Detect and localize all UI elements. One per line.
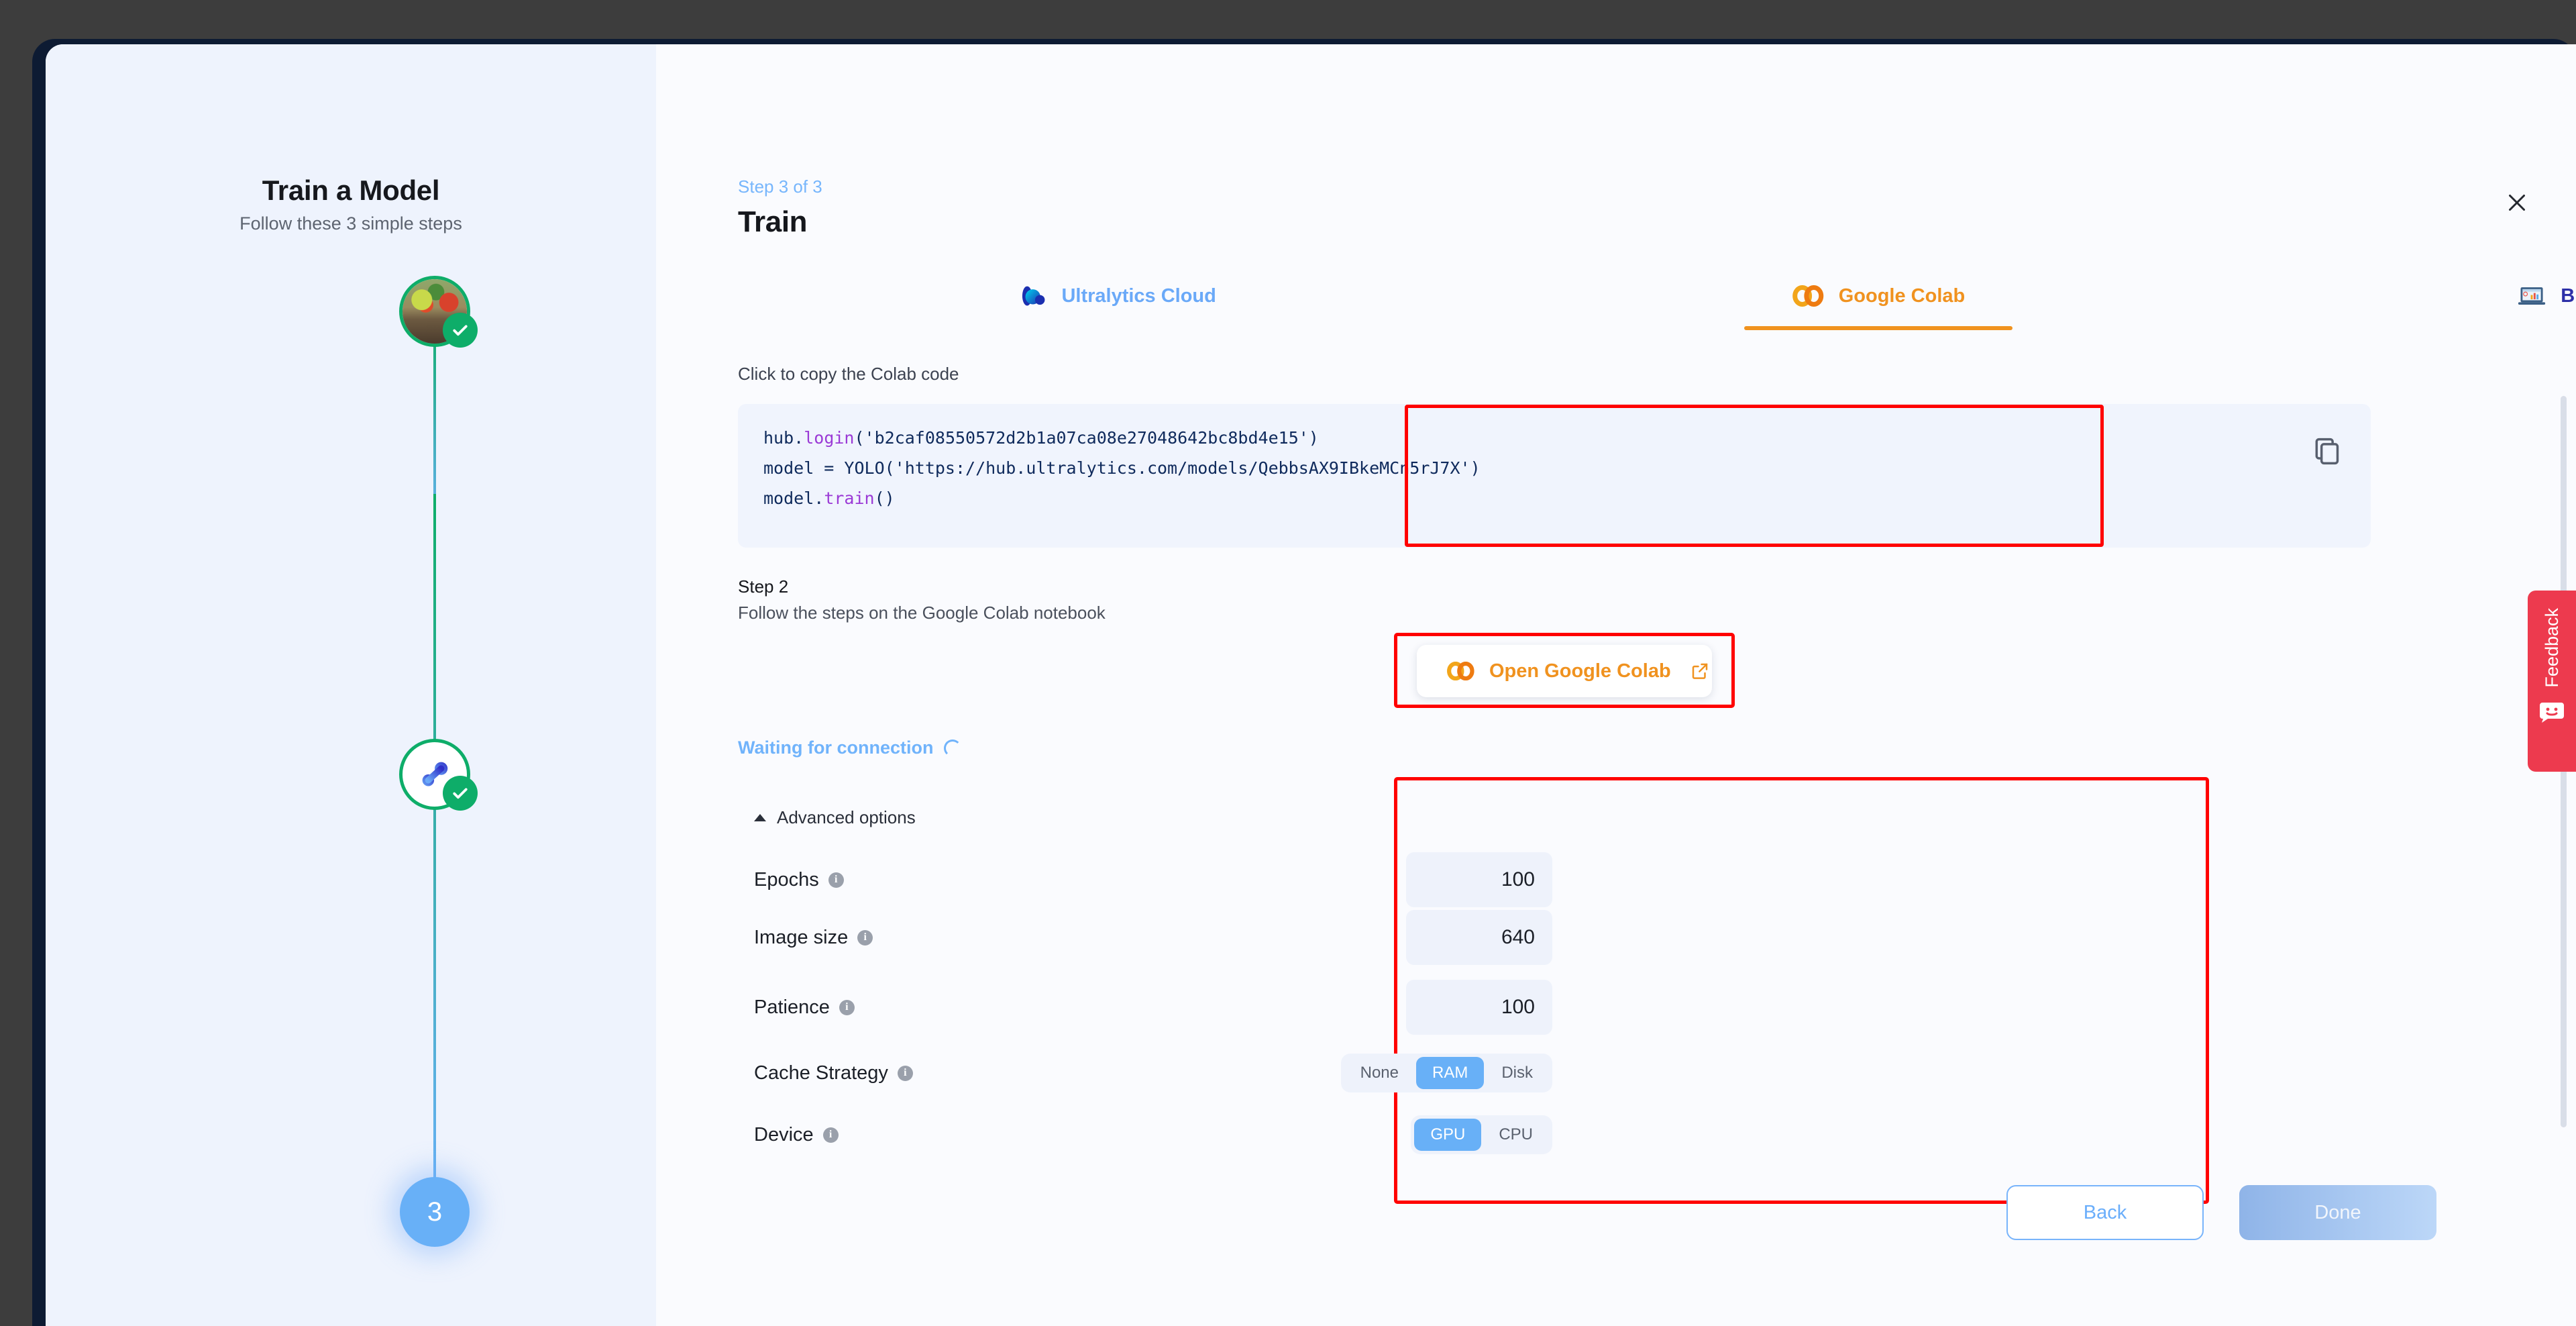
option-label: Device xyxy=(754,1124,814,1146)
info-icon[interactable]: i xyxy=(898,1066,913,1081)
info-icon[interactable]: i xyxy=(828,872,844,888)
tab-bring-your-own-agent[interactable]: Bring your own agent xyxy=(2259,266,2576,326)
training-method-tabs: Ultralytics Cloud Google Colab xyxy=(738,266,2576,326)
step-node-circle-dataset[interactable] xyxy=(399,276,470,347)
option-label: Image size xyxy=(754,927,848,949)
info-icon[interactable]: i xyxy=(823,1127,839,1143)
step-complete-badge xyxy=(443,776,478,811)
wizard-title: Train a Model xyxy=(46,174,656,207)
advanced-options-label: Advanced options xyxy=(777,807,916,828)
tab-ultralytics-cloud[interactable]: Ultralytics Cloud xyxy=(738,266,1498,326)
smiley-chat-icon xyxy=(2538,701,2565,724)
copy-code-hint: Click to copy the Colab code xyxy=(738,364,959,385)
step2-description: Follow the steps on the Google Colab not… xyxy=(738,603,1106,623)
check-icon xyxy=(450,320,470,340)
colab-code-block[interactable]: hub.login('b2caf08550572d2b1a07ca08e2704… xyxy=(738,404,2371,548)
chevron-up-icon xyxy=(754,814,766,821)
stepper-connector-2 xyxy=(433,494,436,1198)
copy-icon[interactable] xyxy=(2312,436,2341,466)
connection-status: Waiting for connection xyxy=(738,737,961,758)
option-row-device: Device i GPU CPU xyxy=(754,1115,1552,1155)
step-number-label: 3 xyxy=(427,1197,442,1227)
option-label: Cache Strategy xyxy=(754,1062,888,1084)
image-size-input[interactable] xyxy=(1406,910,1552,965)
option-label: Patience xyxy=(754,997,830,1019)
feedback-label: Feedback xyxy=(2542,608,2563,688)
google-colab-icon xyxy=(1446,662,1476,680)
active-tab-underline xyxy=(1744,326,2012,330)
tab-label: Google Colab xyxy=(1839,285,1966,307)
option-row-image-size: Image size i xyxy=(754,917,1552,958)
epochs-input[interactable] xyxy=(1406,852,1552,907)
code-line-train: model.train() xyxy=(763,489,895,508)
advanced-options-toggle[interactable]: Advanced options xyxy=(754,807,916,828)
app-root: Train a Model Follow these 3 simple step… xyxy=(0,0,2576,1326)
external-link-icon xyxy=(1690,661,1710,681)
option-label: Epochs xyxy=(754,869,819,891)
copy-glyph-icon xyxy=(2312,436,2341,466)
connection-status-label: Waiting for connection xyxy=(738,737,933,758)
cache-strategy-segmented-control: None RAM Disk xyxy=(1341,1054,1552,1092)
back-button[interactable]: Back xyxy=(2006,1185,2204,1240)
done-button[interactable]: Done xyxy=(2239,1185,2436,1240)
advanced-options-panel: Advanced options Epochs i Image size i xyxy=(738,786,2369,1196)
step-complete-badge xyxy=(443,313,478,348)
loading-spinner-icon xyxy=(944,740,961,757)
code-line-model: model = YOLO('https://hub.ultralytics.co… xyxy=(763,458,1481,478)
cache-option-ram[interactable]: RAM xyxy=(1416,1057,1484,1089)
step-node-circle-train[interactable]: 3 xyxy=(400,1177,470,1247)
tab-label: Bring your own agent xyxy=(2561,285,2576,307)
device-option-cpu[interactable]: CPU xyxy=(1483,1119,1549,1151)
tab-google-colab[interactable]: Google Colab xyxy=(1498,266,2258,326)
info-icon[interactable]: i xyxy=(839,1000,855,1015)
step-indicator: Step 3 of 3 xyxy=(738,176,822,197)
step2-label: Step 2 xyxy=(738,576,788,597)
patience-input[interactable] xyxy=(1406,980,1552,1035)
laptop-chart-icon xyxy=(2516,284,2547,308)
device-option-gpu[interactable]: GPU xyxy=(1414,1119,1481,1151)
close-button[interactable] xyxy=(2498,184,2536,221)
option-row-cache-strategy: Cache Strategy i None RAM Disk xyxy=(754,1053,1552,1093)
step-node-circle-model[interactable] xyxy=(399,739,470,810)
code-line-login: hub.login('b2caf08550572d2b1a07ca08e2704… xyxy=(763,428,1319,448)
page-title: Train xyxy=(738,205,807,239)
open-colab-label: Open Google Colab xyxy=(1489,660,1671,682)
feedback-tab[interactable]: Feedback xyxy=(2528,591,2576,772)
wizard-stepper-pane: Train a Model Follow these 3 simple step… xyxy=(46,44,656,1326)
cache-option-none[interactable]: None xyxy=(1344,1057,1415,1089)
option-row-epochs: Epochs i xyxy=(754,860,1552,900)
ultralytics-logo-icon xyxy=(1020,282,1048,310)
tab-label: Ultralytics Cloud xyxy=(1061,285,1216,307)
train-model-modal: Train a Model Follow these 3 simple step… xyxy=(46,44,2576,1326)
option-row-patience: Patience i xyxy=(754,987,1552,1027)
open-google-colab-button[interactable]: Open Google Colab xyxy=(1417,645,1712,697)
train-content-pane: Step 3 of 3 Train xyxy=(656,44,2576,1326)
device-segmented-control: GPU CPU xyxy=(1411,1115,1552,1154)
info-icon[interactable]: i xyxy=(857,930,873,946)
cache-option-disk[interactable]: Disk xyxy=(1485,1057,1549,1089)
check-icon xyxy=(450,783,470,803)
wizard-subtitle: Follow these 3 simple steps xyxy=(46,213,656,234)
google-colab-icon xyxy=(1792,285,1825,307)
close-icon xyxy=(2505,191,2529,215)
